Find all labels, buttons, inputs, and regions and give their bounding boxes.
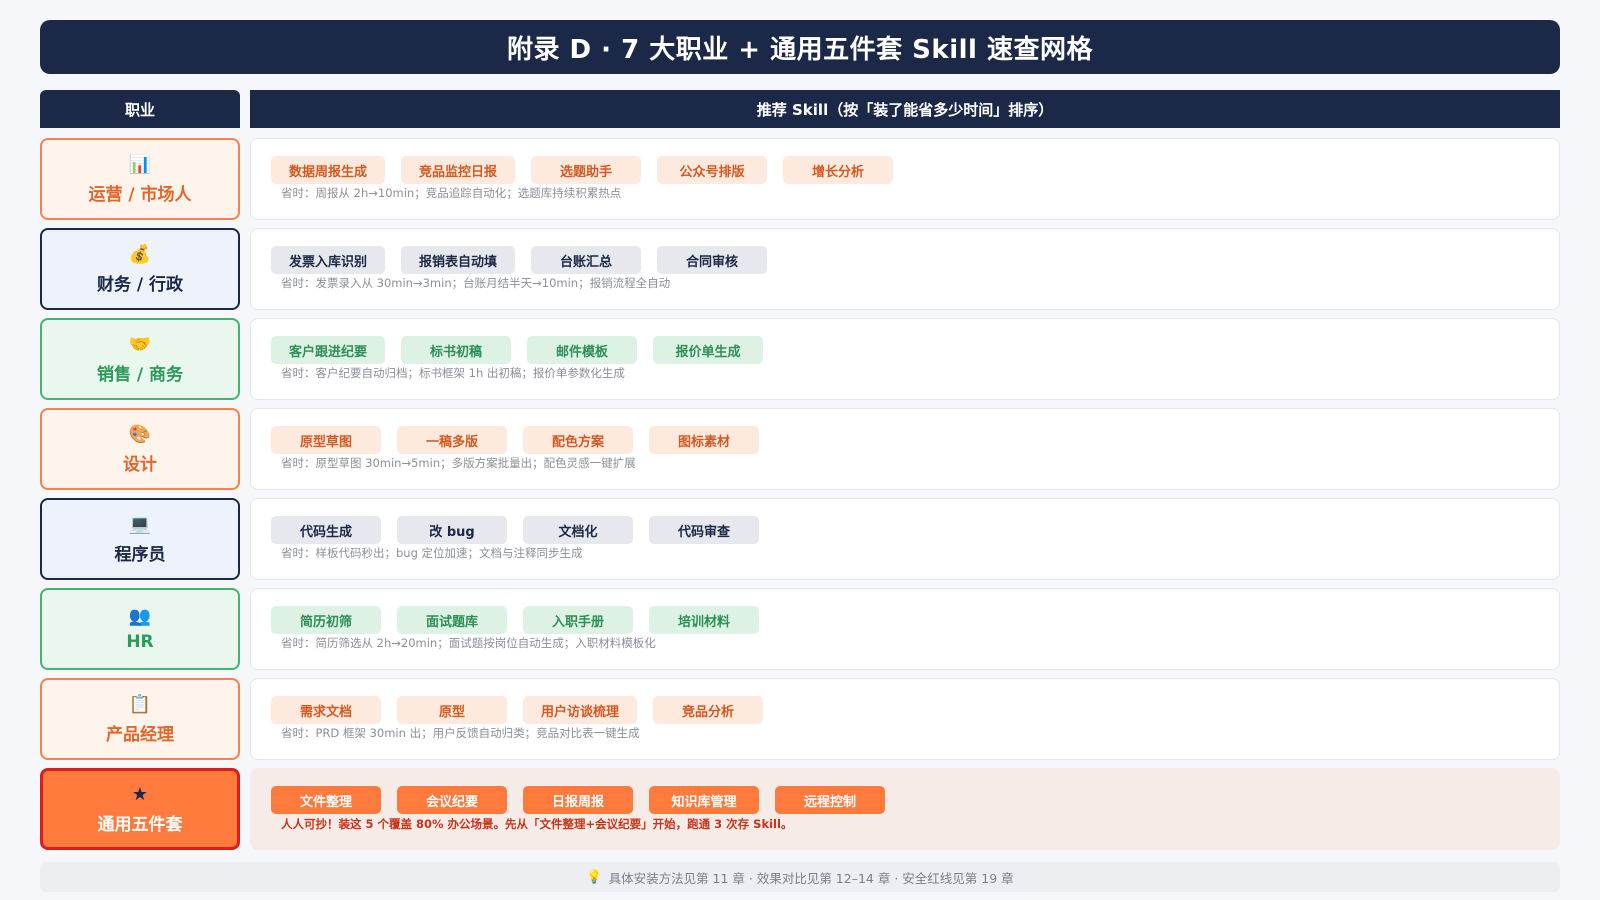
lightbulb-icon: 💡 — [586, 869, 603, 885]
skill-chip[interactable]: 图标素材 — [649, 426, 759, 454]
role-row-design: 🎨 设计 原型草图 一稿多版 配色方案 图标素材 省时：原型草图 30min→5… — [40, 408, 1560, 490]
skill-chip[interactable]: 增长分析 — [783, 156, 894, 184]
skill-panel: 文件整理 会议纪要 日报周报 知识库管理 远程控制 人人可抄！装这 5 个覆盖 … — [250, 768, 1560, 850]
skill-chip[interactable]: 文件整理 — [271, 786, 381, 814]
skill-chip[interactable]: 一稿多版 — [397, 426, 507, 454]
time-saved-note: 省时：PRD 框架 30min 出；用户反馈自动归类；竞品对比表一键生成 — [281, 726, 640, 740]
skill-chip[interactable]: 竞品分析 — [653, 696, 764, 724]
time-saved-note: 省时：原型草图 30min→5min；多版方案批量出；配色灵感一键扩展 — [281, 456, 636, 470]
column-header-role: 职业 — [40, 90, 240, 128]
skill-panel: 数据周报生成 竞品监控日报 选题助手 公众号排版 增长分析 省时：周报从 2h→… — [250, 138, 1560, 220]
role-row-sales: 🤝 销售 / 商务 客户跟进纪要 标书初稿 邮件模板 报价单生成 省时：客户纪要… — [40, 318, 1560, 400]
time-saved-note: 省时：简历筛选从 2h→20min；面试题按岗位自动生成；入职材料模板化 — [281, 636, 656, 650]
page-title: 附录 D · 7 大职业 + 通用五件套 Skill 速查网格 — [40, 20, 1560, 74]
skill-chip[interactable]: 代码生成 — [271, 516, 381, 544]
role-name: 设计 — [123, 454, 157, 475]
skill-chip[interactable]: 竞品监控日报 — [401, 156, 516, 184]
role-card: 📋 产品经理 — [40, 678, 240, 760]
skill-chip[interactable]: 日报周报 — [523, 786, 633, 814]
role-name: 程序员 — [114, 544, 166, 565]
skill-chip[interactable]: 选题助手 — [531, 156, 642, 184]
skill-chip[interactable]: 台账汇总 — [531, 246, 642, 274]
skill-chip[interactable]: 原型草图 — [271, 426, 381, 454]
role-row-general-five: ★ 通用五件套 文件整理 会议纪要 日报周报 知识库管理 远程控制 人人可抄！装… — [40, 768, 1560, 850]
skill-chip[interactable]: 培训材料 — [649, 606, 759, 634]
role-row-programmer: 💻 程序员 代码生成 改 bug 文档化 代码审查 省时：样板代码秒出；bug … — [40, 498, 1560, 580]
skill-chip[interactable]: 代码审查 — [649, 516, 759, 544]
skill-panel: 客户跟进纪要 标书初稿 邮件模板 报价单生成 省时：客户纪要自动归档；标书框架 … — [250, 318, 1560, 400]
skill-chip[interactable]: 配色方案 — [523, 426, 633, 454]
skill-chip[interactable]: 发票入库识别 — [271, 246, 386, 274]
role-name: 运营 / 市场人 — [88, 184, 192, 205]
skill-chip[interactable]: 标书初稿 — [401, 336, 512, 364]
skill-chip[interactable]: 面试题库 — [397, 606, 507, 634]
skill-chip[interactable]: 改 bug — [397, 516, 507, 544]
skill-chip[interactable]: 邮件模板 — [527, 336, 638, 364]
time-saved-note: 省时：样板代码秒出；bug 定位加速；文档与注释同步生成 — [281, 546, 583, 560]
skill-chip[interactable]: 数据周报生成 — [271, 156, 386, 184]
role-name: 产品经理 — [106, 724, 174, 745]
laptop-icon: 💻 — [128, 513, 152, 535]
skill-chip[interactable]: 客户跟进纪要 — [271, 336, 386, 364]
footer-text: 具体安装方法见第 11 章 · 效果对比见第 12–14 章 · 安全红线见第 … — [608, 870, 1014, 886]
role-card: 📊 运营 / 市场人 — [40, 138, 240, 220]
role-card: 👥 HR — [40, 588, 240, 670]
skill-chip[interactable]: 远程控制 — [775, 786, 885, 814]
skill-panel: 原型草图 一稿多版 配色方案 图标素材 省时：原型草图 30min→5min；多… — [250, 408, 1560, 490]
skill-chip[interactable]: 入职手册 — [523, 606, 633, 634]
time-saved-note: 省时：客户纪要自动归档；标书框架 1h 出初稿；报价单参数化生成 — [281, 366, 625, 380]
palette-icon: 🎨 — [128, 423, 152, 445]
column-header-skills: 推荐 Skill（按「装了能省多少时间」排序） — [250, 90, 1560, 128]
skill-panel: 发票入库识别 报销表自动填 台账汇总 合同审核 省时：发票录入从 30min→3… — [250, 228, 1560, 310]
role-card: 💰 财务 / 行政 — [40, 228, 240, 310]
skill-panel: 简历初筛 面试题库 入职手册 培训材料 省时：简历筛选从 2h→20min；面试… — [250, 588, 1560, 670]
skill-chip[interactable]: 合同审核 — [657, 246, 768, 274]
role-card: 🎨 设计 — [40, 408, 240, 490]
role-card: ★ 通用五件套 — [40, 768, 240, 850]
role-name: HR — [126, 632, 154, 652]
handshake-icon: 🤝 — [128, 333, 152, 355]
tip-note: 人人可抄！装这 5 个覆盖 80% 办公场景。先从「文件整理+会议纪要」开始，跑… — [281, 817, 793, 831]
star-icon: ★ — [131, 783, 149, 805]
footer-note: 💡 具体安装方法见第 11 章 · 效果对比见第 12–14 章 · 安全红线见… — [40, 862, 1560, 892]
skill-chip[interactable]: 用户访谈梳理 — [523, 696, 638, 724]
skill-panel: 需求文档 原型 用户访谈梳理 竞品分析 省时：PRD 框架 30min 出；用户… — [250, 678, 1560, 760]
skill-chip[interactable]: 报销表自动填 — [401, 246, 516, 274]
people-icon: 👥 — [128, 606, 152, 627]
role-name: 通用五件套 — [97, 814, 183, 835]
skill-chip[interactable]: 公众号排版 — [657, 156, 768, 184]
role-row-hr: 👥 HR 简历初筛 面试题库 入职手册 培训材料 省时：简历筛选从 2h→20m… — [40, 588, 1560, 670]
bar-chart-icon: 📊 — [128, 153, 152, 175]
skill-chip[interactable]: 文档化 — [523, 516, 633, 544]
role-row-finance: 💰 财务 / 行政 发票入库识别 报销表自动填 台账汇总 合同审核 省时：发票录… — [40, 228, 1560, 310]
time-saved-note: 省时：发票录入从 30min→3min；台账月结半天→10min；报销流程全自动 — [281, 276, 671, 290]
role-name: 财务 / 行政 — [96, 274, 184, 295]
role-row-operations: 📊 运营 / 市场人 数据周报生成 竞品监控日报 选题助手 公众号排版 增长分析… — [40, 138, 1560, 220]
time-saved-note: 省时：周报从 2h→10min；竞品追踪自动化；选题库持续积累热点 — [281, 186, 622, 200]
clipboard-icon: 📋 — [128, 693, 152, 715]
skill-panel: 代码生成 改 bug 文档化 代码审查 省时：样板代码秒出；bug 定位加速；文… — [250, 498, 1560, 580]
role-card: 🤝 销售 / 商务 — [40, 318, 240, 400]
skill-chip[interactable]: 原型 — [397, 696, 507, 724]
role-name: 销售 / 商务 — [96, 364, 184, 385]
skill-chip[interactable]: 简历初筛 — [271, 606, 381, 634]
skill-chip[interactable]: 需求文档 — [271, 696, 381, 724]
skill-chip[interactable]: 报价单生成 — [653, 336, 764, 364]
skill-chip[interactable]: 知识库管理 — [649, 786, 759, 814]
role-grid: 📊 运营 / 市场人 数据周报生成 竞品监控日报 选题助手 公众号排版 增长分析… — [40, 138, 1560, 858]
role-row-product-manager: 📋 产品经理 需求文档 原型 用户访谈梳理 竞品分析 省时：PRD 框架 30m… — [40, 678, 1560, 760]
role-card: 💻 程序员 — [40, 498, 240, 580]
skill-chip[interactable]: 会议纪要 — [397, 786, 507, 814]
money-bag-icon: 💰 — [128, 243, 152, 265]
